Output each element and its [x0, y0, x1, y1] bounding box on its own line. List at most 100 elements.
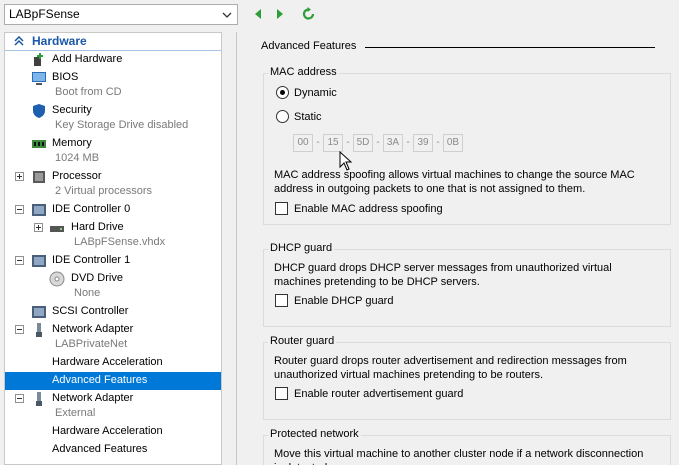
- group-label: Router guard: [268, 335, 337, 347]
- back-arrow-icon[interactable]: [250, 6, 266, 22]
- mouse-cursor-icon: [339, 151, 353, 171]
- protected-network-description: Move this virtual machine to another clu…: [274, 448, 644, 465]
- router-guard-label: Enable router advertisement guard: [294, 388, 464, 400]
- dhcp-guard-label: Enable DHCP guard: [294, 295, 394, 307]
- tree-item-label: BIOS: [52, 71, 79, 83]
- tree-item-hardware-acceleration[interactable]: Hardware Acceleration: [5, 354, 221, 372]
- toolbar: LABpFSense: [0, 0, 679, 29]
- tree-item-label: Hard Drive: [71, 221, 124, 233]
- collapse-caret-icon: [14, 36, 24, 46]
- tree-item-subtext: LABpFSense.vhdx: [74, 236, 166, 248]
- tree-item-label: IDE Controller 1: [52, 254, 131, 266]
- mac-separator: -: [406, 137, 410, 148]
- mac-octets: 00 - 15 - 5D - 3A - 39 - 0B: [293, 134, 493, 152]
- dhcp-guard-group: DHCP guard DHCP guard drops DHCP server …: [263, 242, 671, 327]
- controller-icon: [32, 204, 46, 216]
- tree-item-sub: 1024 MB: [5, 150, 221, 168]
- tree-item-advanced-features[interactable]: Advanced Features: [5, 441, 221, 459]
- tree-item-label: Network Adapter: [52, 392, 134, 404]
- tree-item-label: Hardware Acceleration: [52, 425, 163, 437]
- tree-item-scsi-controller[interactable]: SCSI Controller: [5, 303, 221, 321]
- router-guard-checkbox[interactable]: [275, 387, 288, 400]
- tree-item-label: SCSI Controller: [52, 305, 129, 317]
- tree-item-subtext: LABPrivateNet: [55, 338, 128, 350]
- radio-static-label: Static: [294, 111, 322, 123]
- mac-octet-field[interactable]: 5D: [353, 134, 373, 152]
- add-hardware-icon: [34, 53, 43, 66]
- tree-item-subtext: Key Storage Drive disabled: [55, 119, 189, 131]
- dhcp-guard-checkbox[interactable]: [275, 294, 288, 307]
- tree-item-sub: None: [5, 285, 221, 303]
- radio-dynamic-label: Dynamic: [294, 87, 337, 99]
- mac-octet-field[interactable]: 39: [413, 134, 433, 152]
- mac-spoofing-description: MAC address spoofing allows virtual mach…: [274, 169, 635, 195]
- collapse-icon[interactable]: [15, 205, 24, 214]
- tree-item-hardware-acceleration[interactable]: Hardware Acceleration: [5, 423, 221, 441]
- tree-item-label: Advanced Features: [52, 443, 148, 455]
- radio-static[interactable]: [276, 110, 289, 123]
- tree-item-label: Memory: [52, 137, 92, 149]
- tree-item-label: IDE Controller 0: [52, 203, 131, 215]
- tree-item-label: Processor: [52, 170, 102, 182]
- controller-icon: [32, 306, 46, 318]
- router-guard-group: Router guard Router guard drops router a…: [263, 335, 671, 420]
- tree-item-ide-controller-1[interactable]: IDE Controller 1: [5, 252, 221, 270]
- radio-dynamic[interactable]: [276, 86, 289, 99]
- tree-item-subtext: External: [55, 407, 96, 419]
- mac-octet-field[interactable]: 3A: [383, 134, 403, 152]
- tree-item-subtext: 2 Virtual processors: [55, 185, 153, 197]
- expand-icon[interactable]: [15, 172, 24, 181]
- group-label: DHCP guard: [268, 242, 335, 254]
- tree-item-sub: 2 Virtual processors: [5, 183, 221, 201]
- tree-item-sub: LABpFSense.vhdx: [5, 234, 221, 252]
- mac-octet-field[interactable]: 0B: [443, 134, 463, 152]
- router-guard-description: Router guard drops router advertisement …: [274, 355, 627, 381]
- forward-arrow-icon[interactable]: [272, 6, 288, 22]
- collapse-icon[interactable]: [15, 325, 24, 334]
- tree-item-label: Network Adapter: [52, 323, 134, 335]
- tree-item-subtext: None: [74, 287, 101, 299]
- chevron-down-icon: [222, 12, 232, 18]
- tree-item-subtext: Boot from CD: [55, 86, 122, 98]
- collapse-icon[interactable]: [15, 256, 24, 265]
- tree-scrollbar[interactable]: [226, 32, 236, 465]
- mac-octet-field[interactable]: 00: [293, 134, 313, 152]
- settings-panel: Advanced Features MAC address Dynamic St…: [236, 32, 679, 465]
- tree-item-sub: External: [5, 405, 221, 423]
- tree-item-sub: LABPrivateNet: [5, 336, 221, 354]
- refresh-icon[interactable]: [301, 6, 317, 22]
- tree-header-label: Hardware: [32, 34, 87, 48]
- hardware-tree: Hardware Add Hardware BIOS Boot from CD …: [4, 32, 222, 465]
- vm-selector-dropdown[interactable]: LABpFSense: [4, 4, 238, 25]
- tree-item-label: Hardware Acceleration: [52, 356, 163, 368]
- tree-item-label: Add Hardware: [52, 53, 123, 65]
- protected-network-group: Protected network Move this virtual mach…: [263, 428, 671, 465]
- vm-selector-value: LABpFSense: [9, 7, 80, 21]
- tree-item-label: Security: [52, 104, 92, 116]
- mac-address-group: MAC address Dynamic Static 00 - 15 - 5D …: [263, 66, 671, 225]
- dhcp-guard-description: DHCP guard drops DHCP server messages fr…: [274, 262, 612, 288]
- mac-separator: -: [376, 137, 380, 148]
- mac-spoofing-checkbox[interactable]: [275, 202, 288, 215]
- tree-item-sub: Boot from CD: [5, 84, 221, 102]
- tree-item-ide-controller-0[interactable]: IDE Controller 0: [5, 201, 221, 219]
- tree-item-subtext: 1024 MB: [55, 152, 100, 164]
- group-label: Protected network: [268, 428, 361, 440]
- title-rule: [365, 47, 655, 48]
- collapse-icon[interactable]: [15, 394, 24, 403]
- group-label: MAC address: [268, 66, 339, 78]
- mac-separator: -: [316, 137, 320, 148]
- tree-item-label: DVD Drive: [71, 272, 123, 284]
- tree-header-hardware[interactable]: Hardware: [5, 33, 221, 50]
- expand-icon[interactable]: [34, 223, 43, 232]
- panel-title: Advanced Features: [261, 40, 357, 52]
- mac-octet-field[interactable]: 15: [323, 134, 343, 152]
- controller-icon: [32, 255, 46, 267]
- tree-item-sub: Key Storage Drive disabled: [5, 117, 221, 135]
- tree-item-label: Advanced Features: [52, 374, 148, 386]
- mac-separator: -: [346, 137, 350, 148]
- mac-spoofing-label: Enable MAC address spoofing: [294, 203, 443, 215]
- mac-separator: -: [436, 137, 440, 148]
- tree-item-advanced-features[interactable]: Advanced Features: [5, 372, 221, 390]
- tree-item-add-hardware[interactable]: Add Hardware: [5, 51, 221, 69]
